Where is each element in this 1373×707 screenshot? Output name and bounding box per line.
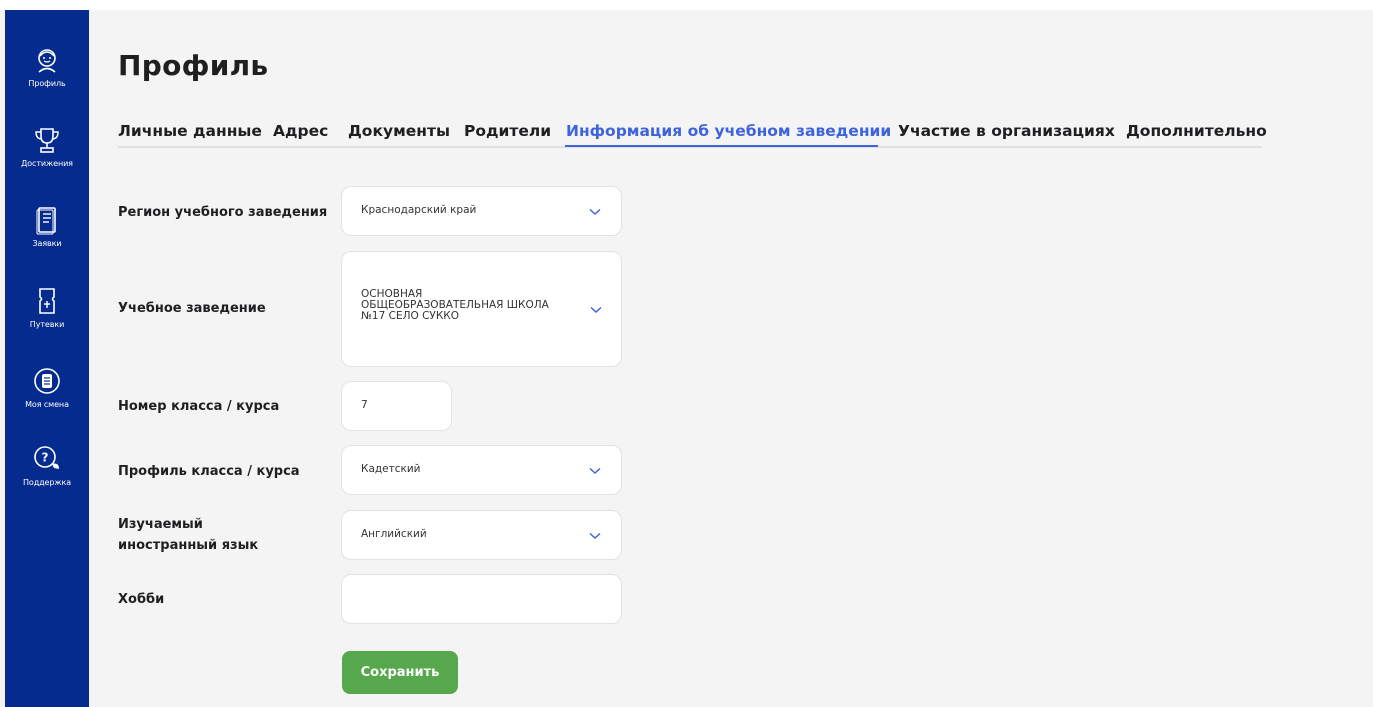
- class-profile-value: Кадетский: [361, 463, 421, 475]
- tab-address[interactable]: Адрес: [273, 122, 328, 140]
- region-value: Краснодарский край: [361, 204, 477, 216]
- chevron-down-icon: [589, 208, 601, 216]
- region-select[interactable]: Краснодарский край: [341, 186, 622, 236]
- page-title: Профиль: [118, 49, 269, 82]
- sidebar-item-profile[interactable]: Профиль: [5, 45, 89, 88]
- tab-education-info[interactable]: Информация об учебном заведении: [566, 122, 891, 140]
- sidebar-item-vouchers[interactable]: Путевки: [5, 286, 89, 329]
- grade-value: 7: [361, 399, 368, 411]
- class-profile-label: Профиль класса / курса: [118, 464, 300, 479]
- sidebar: Профиль Достижения Заявки Путевки Моя см…: [5, 10, 89, 707]
- chevron-down-icon: [589, 532, 601, 540]
- trophy-icon: [35, 128, 59, 153]
- profile-tabs: Личные данные Адрес Документы Родители И…: [118, 118, 1267, 148]
- support-icon: ?: [34, 446, 59, 469]
- language-select[interactable]: Английский: [341, 510, 622, 560]
- chevron-down-icon: [589, 467, 601, 475]
- sidebar-item-label: Заявки: [32, 239, 62, 248]
- tab-additional[interactable]: Дополнительно: [1126, 122, 1267, 140]
- school-value: ОСНОВНАЯ ОБЩЕОБРАЗОВАТЕЛЬНАЯ ШКОЛА №17 С…: [361, 288, 549, 322]
- tab-documents[interactable]: Документы: [348, 122, 450, 140]
- ticket-icon: [39, 288, 55, 314]
- sidebar-item-achievements[interactable]: Достижения: [5, 125, 89, 168]
- svg-text:?: ?: [42, 451, 49, 465]
- sidebar-item-my-shift[interactable]: Моя смена: [5, 366, 89, 409]
- school-select[interactable]: ОСНОВНАЯ ОБЩЕОБРАЗОВАТЕЛЬНАЯ ШКОЛА №17 С…: [341, 251, 622, 367]
- tab-personal-data[interactable]: Личные данные: [118, 122, 262, 140]
- sidebar-item-label: Поддержка: [22, 478, 71, 487]
- school-label: Учебное заведение: [118, 301, 266, 316]
- save-button[interactable]: Сохранить: [342, 651, 458, 694]
- region-label: Регион учебного заведения: [118, 205, 328, 220]
- language-label: Изучаемый иностранный язык: [118, 517, 259, 553]
- sidebar-item-label: Моя смена: [25, 400, 69, 409]
- grade-input[interactable]: 7: [341, 381, 452, 431]
- grade-label: Номер класса / курса: [118, 399, 280, 414]
- hobby-label: Хобби: [118, 592, 165, 607]
- class-profile-select[interactable]: Кадетский: [341, 445, 622, 495]
- tab-parents[interactable]: Родители: [464, 122, 551, 140]
- sidebar-item-applications[interactable]: Заявки: [5, 205, 89, 248]
- sidebar-item-label: Достижения: [21, 159, 73, 168]
- active-tab-indicator: [565, 145, 878, 147]
- top-strip: [0, 0, 1373, 10]
- page-background: [0, 10, 1373, 707]
- hobby-input[interactable]: [341, 574, 622, 624]
- sidebar-item-label: Путевки: [29, 320, 65, 329]
- sidebar-item-label: Профиль: [28, 79, 66, 88]
- chevron-down-icon: [590, 306, 602, 314]
- document-icon: [36, 207, 56, 235]
- language-value: Английский: [361, 528, 427, 540]
- sidebar-item-support[interactable]: ? Поддержка: [5, 444, 89, 487]
- shift-icon: [34, 368, 60, 394]
- tab-organizations[interactable]: Участие в организациях: [898, 122, 1115, 140]
- profile-icon: [38, 49, 56, 73]
